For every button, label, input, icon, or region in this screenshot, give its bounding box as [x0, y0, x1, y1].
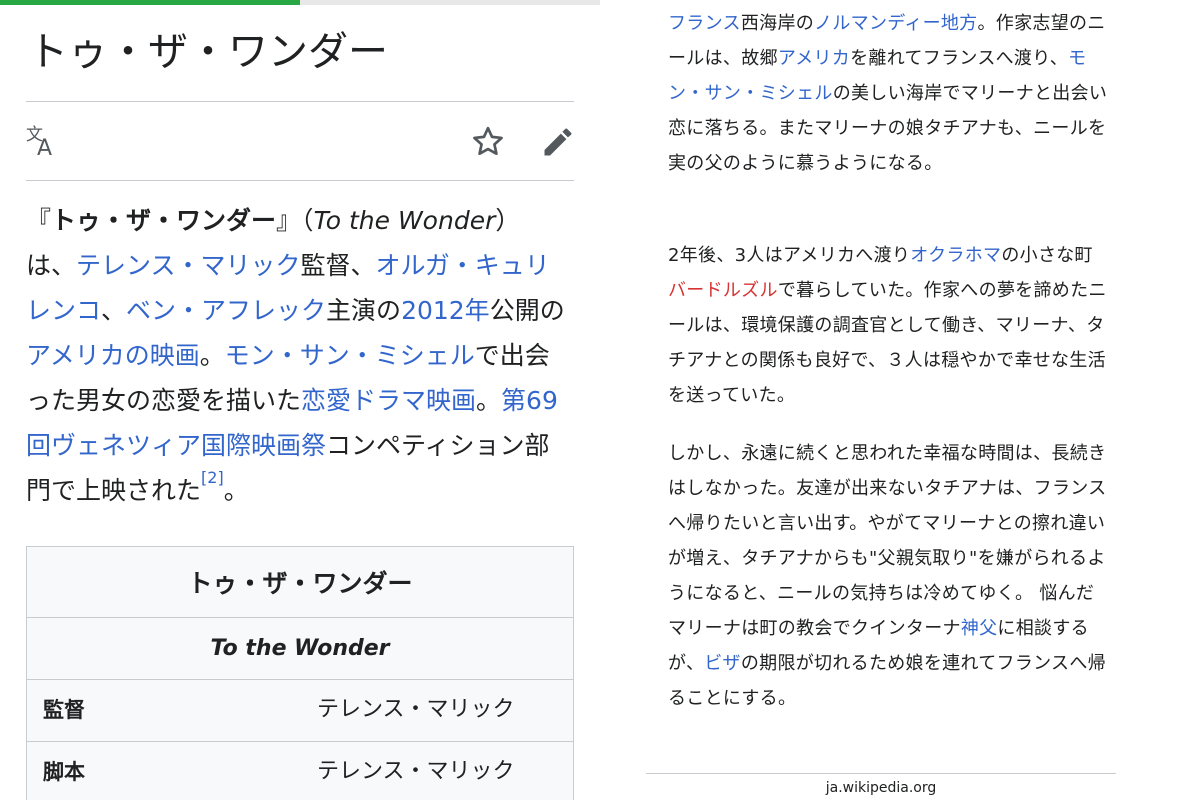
plot-text: の小さな町: [1001, 245, 1093, 266]
svg-text:A: A: [37, 136, 52, 160]
link-america[interactable]: アメリカ: [778, 48, 850, 69]
plot-text: 2年後、3人はアメリカへ渡り: [668, 245, 911, 266]
infobox-director-link[interactable]: テレンス・マリック: [317, 680, 515, 740]
plot-text: を離れてフランスへ渡り、: [850, 48, 1069, 69]
infobox-label: 監督: [43, 698, 85, 722]
lead-original-title: To the Wonder: [313, 206, 496, 235]
plot-text: 西海岸の: [740, 13, 815, 34]
pencil-icon[interactable]: [540, 124, 576, 160]
lead-paren-open: （: [301, 206, 314, 235]
link-year[interactable]: 2012年: [401, 296, 490, 325]
lead-text: 、: [101, 296, 127, 325]
infobox-writer-value: テレンス・マリック: [317, 759, 515, 784]
link-normandy[interactable]: ノルマンディー地方: [814, 13, 977, 34]
reading-progress-fill: [0, 0, 300, 5]
reading-progress-bar: [0, 0, 600, 5]
lead-text: 。: [199, 341, 225, 370]
article-title: トゥ・ザ・ワンダー: [28, 29, 388, 75]
link-oklahoma[interactable]: オクラホマ: [910, 245, 1001, 266]
link-american-film[interactable]: アメリカの映画: [26, 341, 200, 370]
link-visa[interactable]: ビザ: [704, 653, 741, 674]
lead-close-bracket: 』: [276, 206, 302, 235]
redlink-town[interactable]: バードルズル: [668, 280, 778, 301]
plot-text: しかし、永遠に続くと思われた幸福な時間は、長続きはしなかった。友達が出来ないタチ…: [668, 443, 1107, 639]
lead-text: 。: [476, 386, 502, 415]
title-divider: [26, 101, 574, 102]
star-outline-icon[interactable]: [470, 124, 506, 160]
link-actor-ben[interactable]: ベン・アフレック: [126, 296, 326, 325]
infobox-title: トゥ・ザ・ワンダー: [187, 569, 413, 598]
lead-text: は、: [26, 251, 77, 280]
lead-paragraph: 『トゥ・ザ・ワンダー』（To the Wonder） は、テレンス・マリック監督、…: [26, 198, 574, 513]
plot-paragraph-3: しかし、永遠に続くと思われた幸福な時間は、長続きはしなかった。友達が出来ないタチ…: [668, 436, 1108, 716]
infobox: トゥ・ザ・ワンダー To the Wonder 監督 テレンス・マリック 脚本 …: [26, 546, 574, 800]
reference-link[interactable]: [2]: [201, 468, 224, 487]
link-mont-saint-michel[interactable]: モン・サン・ミシェル: [225, 341, 475, 370]
link-priest[interactable]: 神父: [961, 618, 998, 639]
infobox-label: 脚本: [43, 760, 85, 784]
infobox-row-writer: 脚本 テレンス・マリック: [27, 741, 573, 800]
infobox-row-director: 監督 テレンス・マリック: [27, 679, 573, 741]
lead-open-bracket: 『: [26, 206, 52, 235]
footer-domain: ja.wikipedia.org: [825, 780, 937, 796]
right-pane: フランス西海岸のノルマンディー地方。作家志望のニールは、故郷アメリカを離れてフラ…: [600, 0, 1200, 800]
plot-paragraph-1: フランス西海岸のノルマンディー地方。作家志望のニールは、故郷アメリカを離れてフラ…: [668, 6, 1108, 181]
lead-text: 監督、: [300, 251, 376, 280]
translate-icon[interactable]: 文 A: [24, 124, 62, 160]
left-pane: トゥ・ザ・ワンダー 文 A 『トゥ・ザ・ワンダー』（To the Wonder）…: [0, 0, 600, 800]
infobox-original-title: To the Wonder: [27, 617, 573, 679]
toolbar-divider: [26, 180, 574, 181]
lead-text: 公開の: [489, 296, 565, 325]
lead-text: 。: [223, 476, 249, 505]
footer-divider: [646, 773, 1116, 774]
lead-paren-close: ）: [495, 206, 521, 235]
plot-paragraph-2: 2年後、3人はアメリカへ渡りオクラホマの小さな町バードルズルで暮らしていた。作家…: [668, 238, 1108, 413]
link-romance-drama[interactable]: 恋愛ドラマ映画: [301, 386, 476, 415]
lead-text: 主演の: [326, 296, 402, 325]
lead-title-bold: トゥ・ザ・ワンダー: [51, 206, 277, 235]
link-france[interactable]: フランス: [668, 13, 741, 34]
link-director[interactable]: テレンス・マリック: [76, 251, 301, 280]
